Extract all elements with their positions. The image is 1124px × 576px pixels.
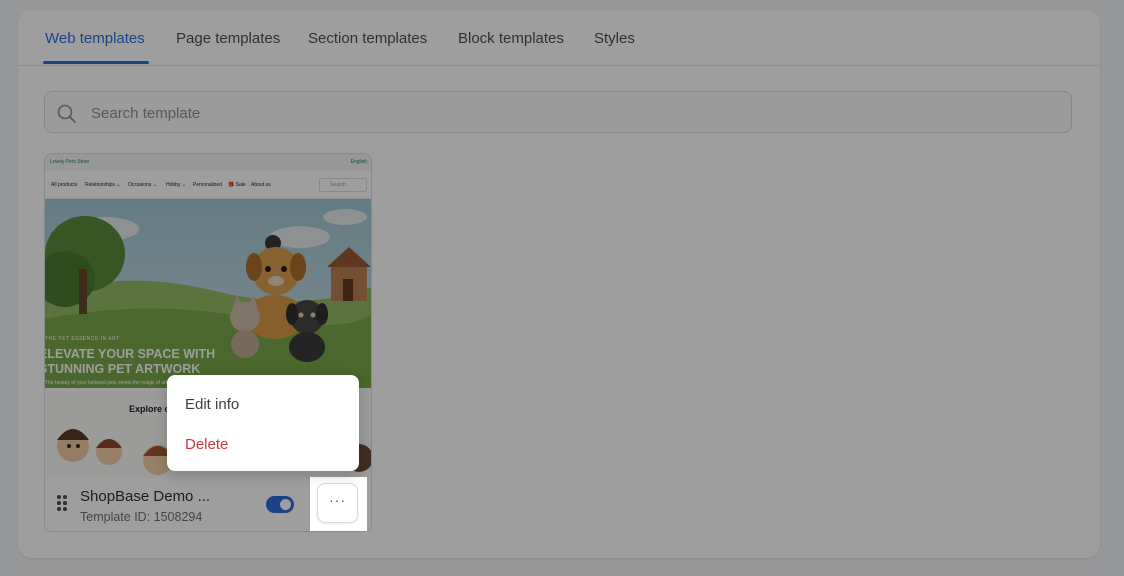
modal-backdrop[interactable] <box>0 0 1124 576</box>
template-context-menu: Edit info Delete <box>167 375 359 471</box>
more-actions-button[interactable]: ··· <box>317 483 358 523</box>
menu-item-delete[interactable]: Delete <box>185 436 228 453</box>
menu-item-edit-info[interactable]: Edit info <box>185 396 239 413</box>
more-button-highlight: ··· <box>310 477 367 531</box>
